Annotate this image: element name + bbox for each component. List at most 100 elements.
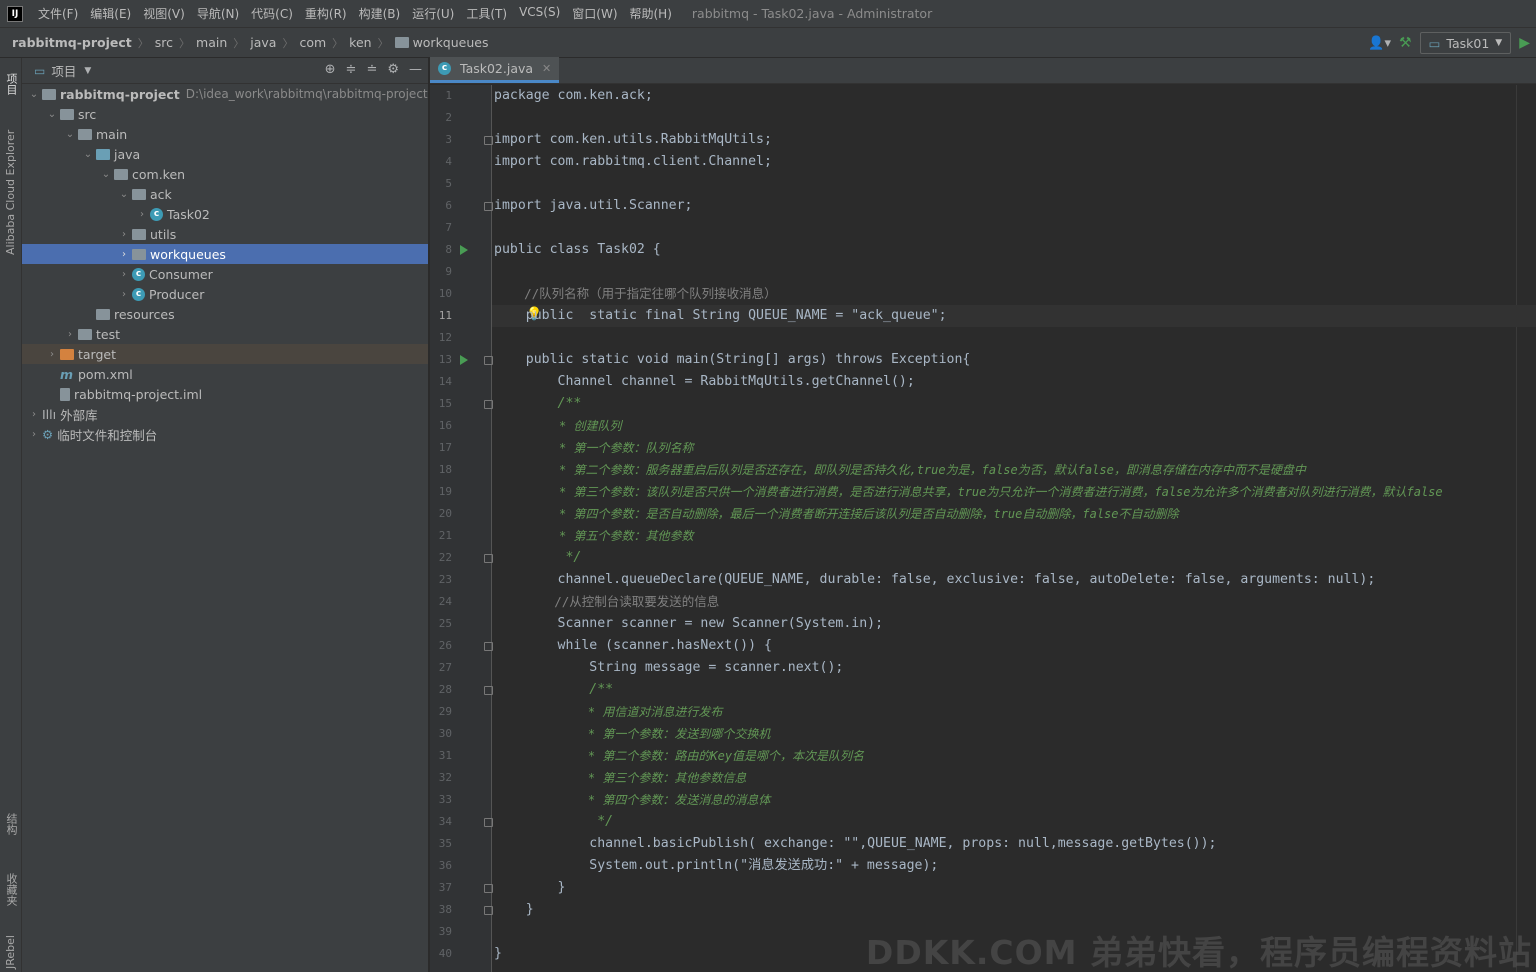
breadcrumb-workqueues[interactable]: workqueues: [413, 35, 489, 50]
line-gutter: 1 2 3 4 5 6 7 8 9 10 11 12 13 14 15 16 1…: [430, 85, 493, 972]
run-icon[interactable]: ▶: [1519, 35, 1530, 51]
tree-item-task02[interactable]: › c Task02: [22, 204, 428, 224]
breadcrumb: rabbitmq-project 〉 src 〉 main 〉 java 〉 com 〉 …: [0, 35, 488, 51]
tree-item-producer[interactable]: › c Producer: [22, 284, 428, 304]
chevron-down-icon[interactable]: ⌄: [116, 189, 132, 200]
breadcrumb-com[interactable]: com: [299, 35, 326, 50]
menu-run[interactable]: 运行(U): [406, 5, 460, 22]
collapse-all-icon[interactable]: ≐: [366, 62, 377, 77]
alibaba-cloud-explorer-tab[interactable]: Alibaba Cloud Explorer: [0, 122, 22, 262]
breadcrumb-src[interactable]: src: [155, 35, 173, 50]
chevron-right-icon[interactable]: ›: [116, 289, 132, 300]
minimize-icon[interactable]: —: [409, 62, 422, 77]
tree-item-main[interactable]: ⌄ main: [22, 124, 428, 144]
line-number: 1: [445, 89, 452, 102]
tree-item-target[interactable]: › target: [22, 344, 428, 364]
menu-code[interactable]: 代码(C): [245, 5, 299, 22]
line-number: 16: [438, 419, 452, 432]
user-icon[interactable]: 👤▾: [1368, 36, 1391, 51]
tree-item-resources[interactable]: resources: [22, 304, 428, 324]
chevron-down-icon[interactable]: ⌄: [80, 149, 96, 160]
line-number: 5: [445, 177, 452, 190]
tree-item-project-root[interactable]: ⌄ rabbitmq-project D:\idea_work\rabbitmq\…: [22, 84, 428, 104]
tree-item-java[interactable]: ⌄ java: [22, 144, 428, 164]
maven-icon: m: [60, 366, 74, 382]
jrebel-tool-tab[interactable]: JRebel: [0, 934, 22, 970]
chevron-down-icon[interactable]: ▼: [84, 66, 91, 76]
line-number: 2: [445, 111, 452, 124]
line-number: 7: [445, 221, 452, 234]
chevron-right-icon[interactable]: ›: [116, 229, 132, 240]
menu-tools[interactable]: 工具(T): [460, 5, 513, 22]
chevron-right-icon[interactable]: ›: [26, 409, 42, 420]
project-panel-title[interactable]: 项目: [51, 61, 76, 80]
menu-help[interactable]: 帮助(H): [624, 5, 678, 22]
expand-all-icon[interactable]: ≑: [346, 62, 357, 77]
chevron-right-icon[interactable]: ›: [26, 429, 42, 440]
tree-item-scratches[interactable]: › ⚙ 临时文件和控制台: [22, 424, 428, 444]
code-line-21: * 第五个参数：其他参数: [494, 529, 694, 543]
line-number: 23: [438, 573, 452, 586]
build-hammer-icon[interactable]: ⚒: [1399, 35, 1412, 51]
chevron-right-icon[interactable]: ›: [116, 249, 132, 260]
gear-icon[interactable]: ⚙: [387, 62, 399, 77]
project-tool-tab[interactable]: 项目: [0, 64, 22, 104]
breadcrumb-java[interactable]: java: [250, 35, 276, 50]
menu-window[interactable]: 窗口(W): [566, 5, 623, 22]
chevron-down-icon[interactable]: ⌄: [44, 109, 60, 120]
tree-item-ack[interactable]: ⌄ ack: [22, 184, 428, 204]
tree-item-workqueues[interactable]: › workqueues: [22, 244, 428, 264]
package-icon: [132, 228, 146, 240]
project-path: D:\idea_work\rabbitmq\rabbitmq-project: [185, 87, 428, 101]
chevron-right-icon[interactable]: ›: [62, 329, 78, 340]
tree-item-utils[interactable]: › utils: [22, 224, 428, 244]
chevron-right-icon[interactable]: ›: [134, 209, 150, 220]
structure-tool-tab[interactable]: 结构: [0, 804, 22, 844]
favorites-tool-tab[interactable]: 收藏夹: [0, 864, 22, 914]
chevron-down-icon[interactable]: ⌄: [62, 129, 78, 140]
chevron-down-icon[interactable]: ⌄: [26, 89, 42, 100]
menu-refactor[interactable]: 重构(R): [299, 5, 353, 22]
chevron-down-icon[interactable]: ⌄: [98, 169, 114, 180]
tree-item-consumer[interactable]: › c Consumer: [22, 264, 428, 284]
code-line-24: //从控制台读取要发送的信息: [494, 594, 720, 609]
locate-icon[interactable]: ⊕: [325, 62, 336, 77]
tree-item-com-ken[interactable]: ⌄ com.ken: [22, 164, 428, 184]
menu-file[interactable]: 文件(F): [32, 5, 84, 22]
run-config-selector[interactable]: ▭ Task01 ▼: [1419, 32, 1512, 54]
menu-view[interactable]: 视图(V): [137, 5, 191, 22]
tree-item-label: test: [96, 326, 121, 342]
chevron-right-icon[interactable]: ›: [44, 349, 60, 360]
tree-item-pom[interactable]: m pom.xml: [22, 364, 428, 384]
breadcrumb-project[interactable]: rabbitmq-project: [12, 35, 132, 50]
code-line-15: /**: [494, 396, 582, 411]
close-icon[interactable]: ✕: [542, 62, 551, 75]
menu-vcs[interactable]: VCS(S): [513, 5, 566, 22]
tree-item-src[interactable]: ⌄ src: [22, 104, 428, 124]
code-line-28: /**: [494, 682, 614, 697]
code-area[interactable]: package com.ken.ack; import com.ken.util…: [492, 85, 1536, 972]
menu-build[interactable]: 构建(B): [353, 5, 407, 22]
run-main-icon[interactable]: [460, 355, 468, 365]
run-class-icon[interactable]: [460, 245, 468, 255]
tree-item-iml[interactable]: rabbitmq-project.iml: [22, 384, 428, 404]
line-number: 8: [445, 243, 452, 256]
breadcrumb-ken[interactable]: ken: [349, 35, 371, 50]
menu-bar: IJ 文件(F) 编辑(E) 视图(V) 导航(N) 代码(C) 重构(R) 构…: [0, 0, 1536, 28]
tab-task02[interactable]: c Task02.java ✕: [430, 57, 560, 83]
window-title: rabbitmq - Task02.java - Administrator: [691, 6, 933, 21]
tree-item-external-libraries[interactable]: › Illı 外部库: [22, 404, 428, 424]
package-icon: [132, 188, 146, 200]
breadcrumb-main[interactable]: main: [196, 35, 227, 50]
line-number: 36: [438, 859, 452, 872]
tree-item-label: resources: [114, 306, 175, 322]
right-margin-guide: [1516, 85, 1517, 972]
run-config-icon: ▭: [1428, 35, 1441, 51]
menu-navigate[interactable]: 导航(N): [191, 5, 245, 22]
code-line-22: */: [494, 550, 582, 565]
chevron-right-icon[interactable]: ›: [116, 269, 132, 280]
menu-edit[interactable]: 编辑(E): [84, 5, 137, 22]
editor-area: c Task02.java ✕ 1 2 3 4 5 6 7 8 9 10 11 …: [430, 57, 1536, 972]
code-line-27: String message = scanner.next();: [494, 660, 844, 675]
tree-item-test[interactable]: › test: [22, 324, 428, 344]
